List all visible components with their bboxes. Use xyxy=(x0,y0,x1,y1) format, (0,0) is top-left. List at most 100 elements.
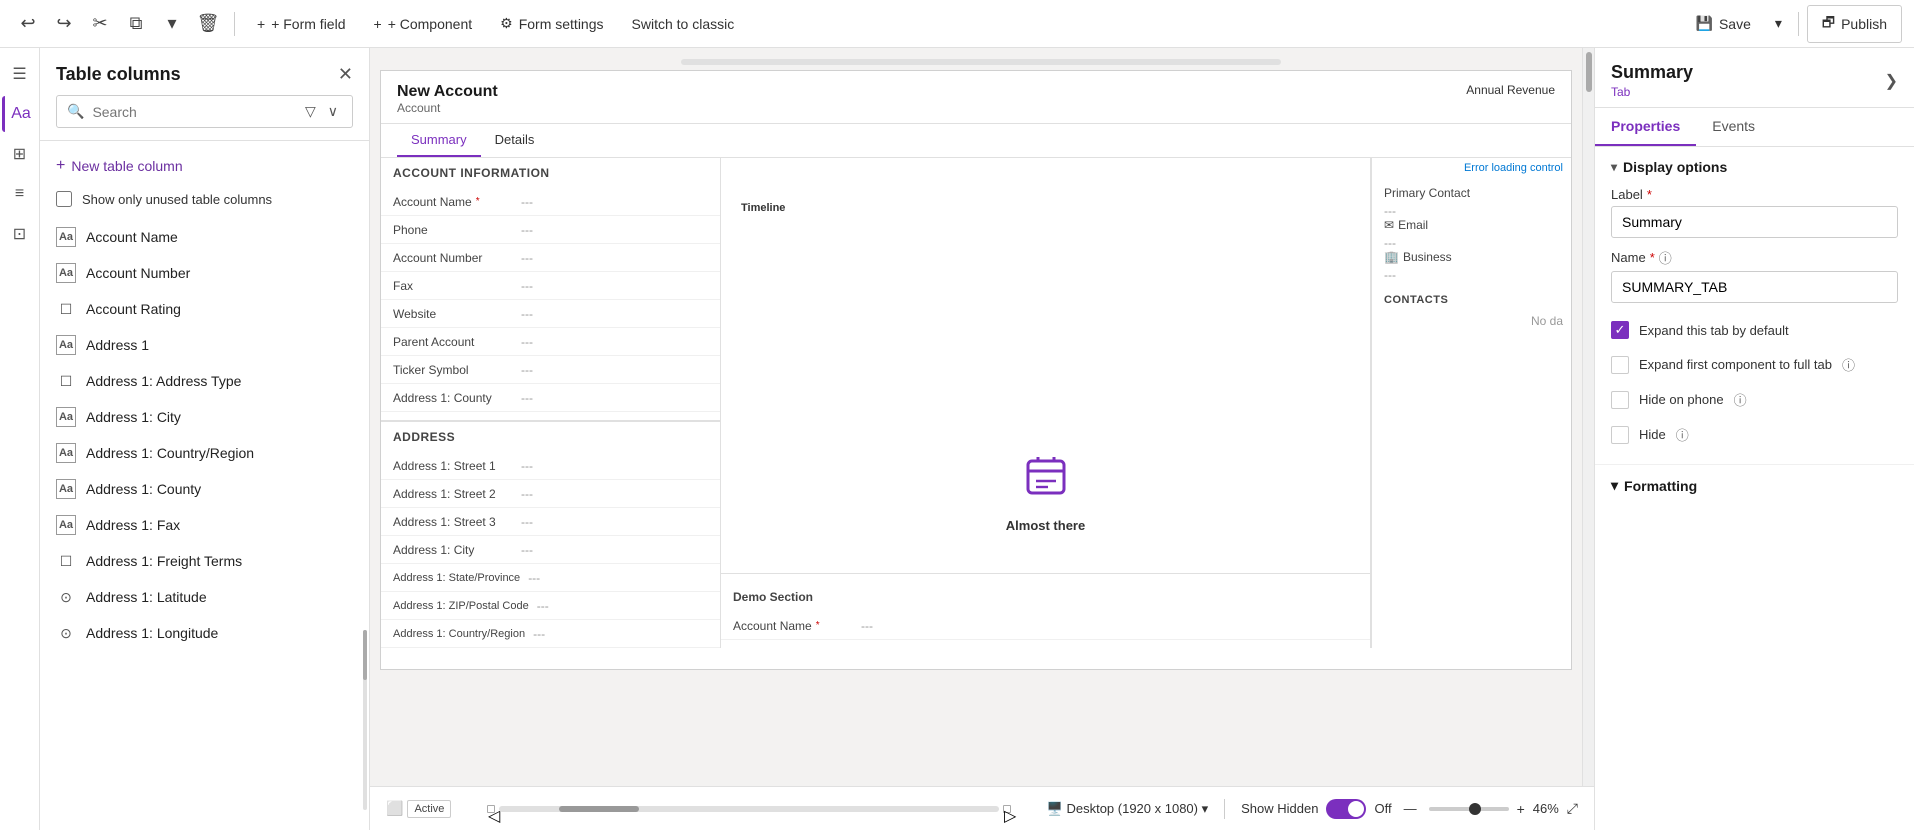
text-icon-2: Aa xyxy=(56,263,76,283)
full-screen-button[interactable]: ⤢ xyxy=(1567,800,1578,817)
display-options-title: Display options xyxy=(1623,159,1727,175)
filter-button[interactable]: ▽ xyxy=(301,101,320,122)
new-table-column-button[interactable]: + New table column xyxy=(40,149,369,183)
column-item-address1-freight[interactable]: ☐ Address 1: Freight Terms xyxy=(40,543,369,579)
zoom-slider[interactable] xyxy=(1429,807,1509,811)
form-settings-button[interactable]: ⚙ Form settings xyxy=(488,9,615,38)
hide-checkbox[interactable] xyxy=(1611,426,1629,444)
expand-tab-checkbox[interactable]: ✓ xyxy=(1611,321,1629,339)
show-unused-checkbox[interactable] xyxy=(56,191,72,207)
main-area: ☰ Aa ⊞ ≡ ⊡ Table columns ✕ 🔍 xyxy=(0,48,1914,830)
form-header-right: Annual Revenue xyxy=(1466,83,1555,97)
field-label-website: Website xyxy=(393,307,513,321)
show-hidden-toggle[interactable] xyxy=(1326,799,1366,819)
column-item-address1[interactable]: Aa Address 1 xyxy=(40,327,369,363)
tab-summary[interactable]: Summary xyxy=(397,124,481,157)
column-list: Aa Account Name Aa Account Number ☐ Acco… xyxy=(40,215,369,655)
sort-button[interactable]: ∨ xyxy=(324,101,342,122)
column-item-account-number[interactable]: Aa Account Number xyxy=(40,255,369,291)
save-button[interactable]: 💾 Save xyxy=(1682,9,1765,38)
hide-phone-checkbox[interactable] xyxy=(1611,391,1629,409)
search-input[interactable] xyxy=(92,104,293,120)
primary-contact-value: --- xyxy=(1384,204,1559,218)
undo-button[interactable]: ↩ xyxy=(12,8,44,40)
column-item-address1-fax[interactable]: Aa Address 1: Fax xyxy=(40,507,369,543)
sidebar-grid-button[interactable]: ⊞ xyxy=(2,136,38,172)
field-label-phone: Phone xyxy=(393,223,513,237)
column-name-2: Account Number xyxy=(86,265,190,281)
globe-icon-1: ⊙ xyxy=(56,587,76,607)
column-name-6: Address 1: City xyxy=(86,409,181,425)
sidebar-layers-button[interactable]: ≡ xyxy=(2,176,38,212)
copy-button[interactable]: ⧉ xyxy=(120,8,152,40)
cut-button[interactable]: ✂ xyxy=(84,8,116,40)
column-name-10: Address 1: Freight Terms xyxy=(86,553,242,569)
expand-first-checkbox[interactable] xyxy=(1611,356,1629,374)
expand-panel-button[interactable]: ❯ xyxy=(1885,71,1898,91)
component-button[interactable]: + + Component xyxy=(362,10,485,38)
close-sidebar-button[interactable]: ✕ xyxy=(338,64,353,85)
field-value-account-number: --- xyxy=(521,251,533,265)
display-options-header[interactable]: ▾ Display options xyxy=(1611,159,1898,175)
column-item-address1-type[interactable]: ☐ Address 1: Address Type xyxy=(40,363,369,399)
sidebar-header: Table columns ✕ 🔍 ▽ ∨ xyxy=(40,48,369,141)
scroll-right-button[interactable]: ▷ xyxy=(1003,805,1011,813)
redo-button[interactable]: ↪ xyxy=(48,8,80,40)
label-input[interactable] xyxy=(1611,206,1898,238)
sidebar-relation-button[interactable]: ⊡ xyxy=(2,216,38,252)
field-phone: Phone --- xyxy=(381,216,720,244)
select-icon-1: ☐ xyxy=(56,299,76,319)
tab-details[interactable]: Details xyxy=(481,124,549,157)
column-item-address1-city[interactable]: Aa Address 1: City xyxy=(40,399,369,435)
publish-button[interactable]: 🗗 Publish xyxy=(1807,5,1902,43)
rp-tab-events[interactable]: Events xyxy=(1696,108,1771,146)
column-item-account-rating[interactable]: ☐ Account Rating xyxy=(40,291,369,327)
field-label-street1: Address 1: Street 1 xyxy=(393,459,513,473)
hide-info-icon[interactable]: ⓘ xyxy=(1676,425,1689,444)
column-item-address1-lat[interactable]: ⊙ Address 1: Latitude xyxy=(40,579,369,615)
field-value-ticker: --- xyxy=(521,363,533,377)
field-label-county: Address 1: County xyxy=(393,391,513,405)
form-header: New Account Account Annual Revenue xyxy=(381,71,1571,124)
right-panel-subtitle: Tab xyxy=(1611,85,1693,99)
vertical-scroll-thumb xyxy=(1586,52,1592,92)
sidebar-menu-button[interactable]: ☰ xyxy=(2,56,38,92)
name-input[interactable] xyxy=(1611,271,1898,303)
column-item-address1-country[interactable]: Aa Address 1: Country/Region xyxy=(40,435,369,471)
show-hidden-label: Show Hidden xyxy=(1241,801,1318,816)
formatting-chevron-icon: ▾ xyxy=(1611,477,1618,494)
scroll-left-button[interactable]: ◁ xyxy=(487,805,495,813)
sidebar-columns-button[interactable]: Aa xyxy=(2,96,38,132)
rp-tab-properties[interactable]: Properties xyxy=(1595,108,1696,146)
expand-tab-label: Expand this tab by default xyxy=(1639,323,1789,338)
column-item-address1-county[interactable]: Aa Address 1: County xyxy=(40,471,369,507)
text-icon-4: Aa xyxy=(56,407,76,427)
column-item-account-name[interactable]: Aa Account Name xyxy=(40,219,369,255)
select-icon-2: ☐ xyxy=(56,371,76,391)
vertical-scrollbar[interactable] xyxy=(1582,48,1594,786)
field-street1: Address 1: Street 1 --- xyxy=(381,452,720,480)
field-label-ticker: Ticker Symbol xyxy=(393,363,513,377)
dropdown-button[interactable]: ▾ xyxy=(156,8,188,40)
desktop-selector[interactable]: 🖥️ Desktop (1920 x 1080) ▾ xyxy=(1047,801,1208,817)
chevron-down-icon: ▾ xyxy=(1611,160,1617,174)
column-item-address1-lon[interactable]: ⊙ Address 1: Longitude xyxy=(40,615,369,651)
form-field-label: + Form field xyxy=(271,16,345,32)
field-label-country: Address 1: Country/Region xyxy=(393,628,525,640)
name-info-icon[interactable]: ⓘ xyxy=(1659,248,1672,267)
zoom-level: 46% xyxy=(1533,801,1559,816)
show-unused-checkbox-row: Show only unused table columns xyxy=(40,183,369,215)
form-field-button[interactable]: + + Form field xyxy=(245,10,358,38)
column-name-4: Address 1 xyxy=(86,337,149,353)
hide-phone-info-icon[interactable]: ⓘ xyxy=(1734,390,1747,409)
sidebar-panel: Table columns ✕ 🔍 ▽ ∨ + xyxy=(40,48,369,830)
error-loading-link[interactable]: Error loading control xyxy=(1372,158,1571,178)
save-dropdown-button[interactable]: ▾ xyxy=(1767,9,1790,38)
delete-button[interactable]: 🗑 xyxy=(192,8,224,40)
bottom-bar: ⬜ Active ◁ ▷ 🖥️ Desktop (1920 x 1080) ▾ … xyxy=(370,786,1594,830)
switch-classic-button[interactable]: Switch to classic xyxy=(620,10,747,38)
expand-first-info-icon[interactable]: ⓘ xyxy=(1842,355,1855,374)
separator-bottom xyxy=(1224,799,1225,819)
formatting-section[interactable]: ▾ Formatting xyxy=(1595,465,1914,506)
horizontal-scrollbar[interactable] xyxy=(499,806,999,812)
